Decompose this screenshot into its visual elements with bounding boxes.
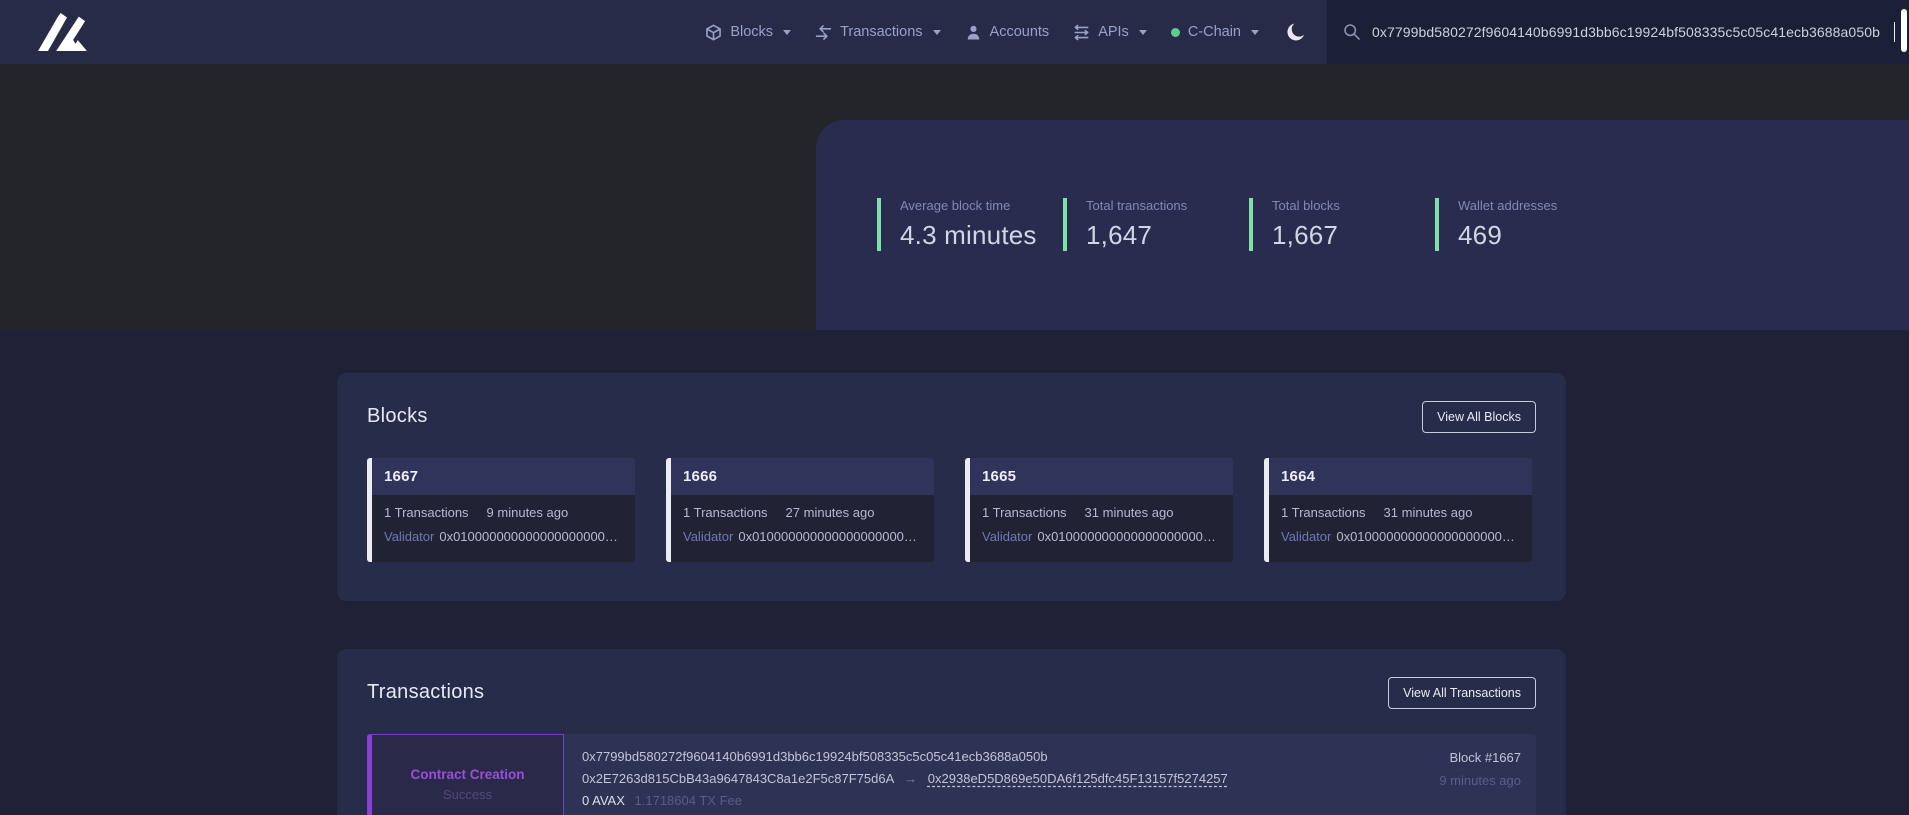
main-nav: Blocks Transactions Accounts A bbox=[705, 20, 1327, 44]
chevron-down-icon bbox=[933, 30, 941, 35]
transactions-panel-header: Transactions View All Transactions bbox=[367, 677, 1536, 708]
validator-hash: 0x01000000000000000000000000000000000000… bbox=[738, 529, 920, 544]
validator-label: Validator bbox=[384, 529, 434, 544]
stat-label: Wallet addresses bbox=[1458, 198, 1621, 213]
transaction-meta: Block #1667 9 minutes ago bbox=[1439, 734, 1536, 815]
search-input[interactable] bbox=[1372, 24, 1889, 40]
block-tx-count: 1 Transactions bbox=[683, 505, 768, 520]
nav-item-blocks[interactable]: Blocks bbox=[705, 24, 791, 41]
stat-label: Total blocks bbox=[1272, 198, 1435, 213]
stat-value: 469 bbox=[1458, 220, 1621, 251]
navbar: Blocks Transactions Accounts A bbox=[0, 0, 1909, 64]
transaction-fee: 1.1718604 TX Fee bbox=[635, 793, 742, 808]
chevron-down-icon bbox=[783, 30, 791, 35]
hero-section: Average block time 4.3 minutes Total tra… bbox=[0, 64, 1909, 330]
transactions-panel: Transactions View All Transactions Contr… bbox=[337, 649, 1566, 815]
cube-icon bbox=[705, 24, 722, 41]
nav-item-label: Transactions bbox=[840, 24, 922, 40]
avalanche-logo[interactable] bbox=[38, 13, 96, 51]
sliders-icon bbox=[1073, 24, 1090, 41]
nav-item-label: C-Chain bbox=[1188, 24, 1241, 40]
stat-value: 4.3 minutes bbox=[900, 220, 1063, 251]
nav-item-label: Accounts bbox=[990, 24, 1050, 40]
main-content: Blocks View All Blocks 1667 1 Transactio… bbox=[0, 330, 1909, 815]
validator-label: Validator bbox=[982, 529, 1032, 544]
block-card-body: 1 Transactions 9 minutes ago Validator 0… bbox=[372, 495, 635, 562]
nav-item-c-chain[interactable]: C-Chain bbox=[1171, 24, 1259, 40]
nav-item-accounts[interactable]: Accounts bbox=[965, 24, 1050, 41]
transaction-hash: 0x7799bd580272f9604140b6991d3bb6c19924bf… bbox=[582, 749, 1228, 764]
transaction-details: 0x7799bd580272f9604140b6991d3bb6c19924bf… bbox=[564, 734, 1228, 815]
scrollbar-thumb[interactable] bbox=[1901, 9, 1907, 52]
block-age: 31 minutes ago bbox=[1085, 505, 1174, 520]
block-number[interactable]: 1665 bbox=[970, 458, 1233, 495]
blocks-title: Blocks bbox=[367, 405, 428, 428]
transfer-arrows-icon bbox=[815, 24, 832, 41]
block-age: 31 minutes ago bbox=[1384, 505, 1473, 520]
view-all-blocks-button[interactable]: View All Blocks bbox=[1422, 401, 1536, 433]
block-tx-count: 1 Transactions bbox=[384, 505, 469, 520]
chevron-down-icon bbox=[1251, 30, 1259, 35]
theme-toggle-button[interactable] bbox=[1285, 20, 1309, 44]
text-caret bbox=[1894, 22, 1896, 42]
stat-value: 1,667 bbox=[1272, 220, 1435, 251]
blocks-panel: Blocks View All Blocks 1667 1 Transactio… bbox=[337, 373, 1566, 601]
transaction-row[interactable]: Contract Creation Success 0x7799bd580272… bbox=[367, 734, 1536, 815]
transaction-amount: 0 AVAX 1.1718604 TX Fee bbox=[582, 793, 1228, 808]
block-number[interactable]: 1667 bbox=[372, 458, 635, 495]
stat-total-transactions: Total transactions 1,647 bbox=[1063, 198, 1249, 251]
block-age: 27 minutes ago bbox=[786, 505, 875, 520]
transaction-addresses: 0x2E7263d815CbB43a9647843C8a1e2F5c87F75d… bbox=[582, 771, 1228, 786]
block-card[interactable]: 1664 1 Transactions 31 minutes ago Valid… bbox=[1264, 458, 1532, 562]
block-card[interactable]: 1667 1 Transactions 9 minutes ago Valida… bbox=[367, 458, 635, 562]
nav-item-label: Blocks bbox=[730, 24, 773, 40]
block-number[interactable]: 1664 bbox=[1269, 458, 1532, 495]
moon-icon bbox=[1287, 22, 1307, 42]
person-icon bbox=[965, 24, 982, 41]
validator-hash: 0x01000000000000000000000000000000000000… bbox=[1336, 529, 1518, 544]
stat-average-block-time: Average block time 4.3 minutes bbox=[877, 198, 1063, 251]
transaction-type-badge: Contract Creation Success bbox=[367, 734, 564, 815]
transaction-value: 0 AVAX bbox=[582, 793, 625, 808]
arrow-right-icon: → bbox=[904, 771, 917, 786]
validator-hash: 0x01000000000000000000000000000000000000… bbox=[439, 529, 621, 544]
block-card-body: 1 Transactions 27 minutes ago Validator … bbox=[671, 495, 934, 562]
nav-item-apis[interactable]: APIs bbox=[1073, 24, 1147, 41]
blocks-panel-header: Blocks View All Blocks bbox=[367, 401, 1536, 432]
transaction-type: Contract Creation bbox=[410, 767, 524, 782]
view-all-transactions-button[interactable]: View All Transactions bbox=[1388, 677, 1536, 709]
block-cards-row: 1667 1 Transactions 9 minutes ago Valida… bbox=[367, 458, 1536, 562]
transaction-status: Success bbox=[443, 787, 492, 802]
nav-item-transactions[interactable]: Transactions bbox=[815, 24, 940, 41]
stat-label: Total transactions bbox=[1086, 198, 1249, 213]
search-icon bbox=[1343, 23, 1361, 41]
block-card[interactable]: 1666 1 Transactions 27 minutes ago Valid… bbox=[666, 458, 934, 562]
transaction-block-link[interactable]: Block #1667 bbox=[1439, 750, 1521, 765]
stat-wallet-addresses: Wallet addresses 469 bbox=[1435, 198, 1621, 251]
stat-label: Average block time bbox=[900, 198, 1063, 213]
validator-label: Validator bbox=[683, 529, 733, 544]
transaction-age: 9 minutes ago bbox=[1439, 773, 1521, 788]
block-card-body: 1 Transactions 31 minutes ago Validator … bbox=[970, 495, 1233, 562]
chevron-down-icon bbox=[1139, 30, 1147, 35]
stat-total-blocks: Total blocks 1,667 bbox=[1249, 198, 1435, 251]
block-card[interactable]: 1665 1 Transactions 31 minutes ago Valid… bbox=[965, 458, 1233, 562]
stat-value: 1,647 bbox=[1086, 220, 1249, 251]
green-dot-icon bbox=[1171, 28, 1180, 37]
block-age: 9 minutes ago bbox=[487, 505, 569, 520]
block-card-body: 1 Transactions 31 minutes ago Validator … bbox=[1269, 495, 1532, 562]
search-bar bbox=[1327, 0, 1909, 64]
from-address: 0x2E7263d815CbB43a9647843C8a1e2F5c87F75d… bbox=[582, 771, 894, 786]
stats-panel: Average block time 4.3 minutes Total tra… bbox=[816, 120, 1909, 330]
block-tx-count: 1 Transactions bbox=[982, 505, 1067, 520]
validator-hash: 0x01000000000000000000000000000000000000… bbox=[1037, 529, 1219, 544]
stats-row: Average block time 4.3 minutes Total tra… bbox=[816, 120, 1909, 251]
validator-label: Validator bbox=[1281, 529, 1331, 544]
to-address-link[interactable]: 0x2938eD5D869e50DA6f125dfc45F13157f52742… bbox=[928, 771, 1228, 786]
block-tx-count: 1 Transactions bbox=[1281, 505, 1366, 520]
nav-item-label: APIs bbox=[1098, 24, 1129, 40]
transactions-title: Transactions bbox=[367, 681, 484, 704]
block-number[interactable]: 1666 bbox=[671, 458, 934, 495]
